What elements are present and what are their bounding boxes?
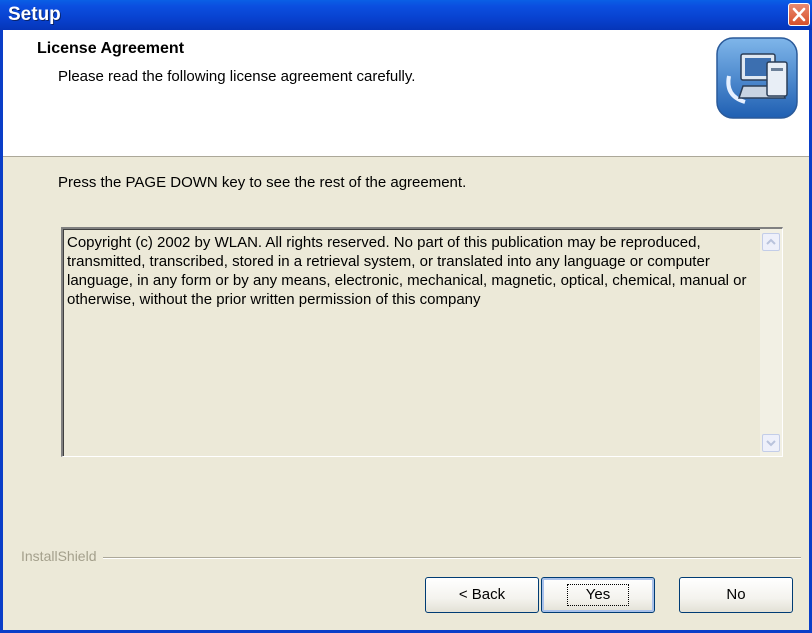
back-button[interactable]: < Back bbox=[425, 577, 539, 613]
installshield-branding: InstallShield bbox=[3, 546, 809, 566]
title-bar[interactable]: Setup bbox=[0, 0, 812, 30]
setup-window: Setup License Agreement Please read the … bbox=[0, 0, 812, 633]
page-subtitle: Please read the following license agreem… bbox=[58, 68, 416, 85]
no-button[interactable]: No bbox=[679, 577, 793, 613]
wizard-header: License Agreement Please read the follow… bbox=[3, 30, 809, 157]
scroll-down-button[interactable] bbox=[762, 434, 780, 452]
instruction-text: Press the PAGE DOWN key to see the rest … bbox=[58, 174, 467, 191]
vertical-scrollbar[interactable] bbox=[760, 229, 782, 456]
chevron-down-icon bbox=[766, 440, 776, 447]
installer-computer-icon bbox=[716, 37, 798, 119]
yes-button-label: Yes bbox=[566, 584, 630, 606]
yes-button[interactable]: Yes bbox=[541, 577, 655, 613]
license-textbox[interactable]: Copyright (c) 2002 by WLAN. All rights r… bbox=[61, 227, 783, 457]
no-button-label: No bbox=[726, 586, 746, 603]
brand-label: InstallShield bbox=[21, 548, 103, 564]
back-button-label: < Back bbox=[458, 586, 506, 603]
window-title: Setup bbox=[8, 4, 61, 25]
close-icon bbox=[792, 7, 806, 22]
close-button[interactable] bbox=[788, 3, 810, 26]
divider bbox=[21, 557, 801, 559]
chevron-up-icon bbox=[766, 238, 776, 245]
scroll-up-button[interactable] bbox=[762, 233, 780, 251]
license-text: Copyright (c) 2002 by WLAN. All rights r… bbox=[67, 234, 747, 308]
page-title: License Agreement bbox=[37, 40, 185, 57]
